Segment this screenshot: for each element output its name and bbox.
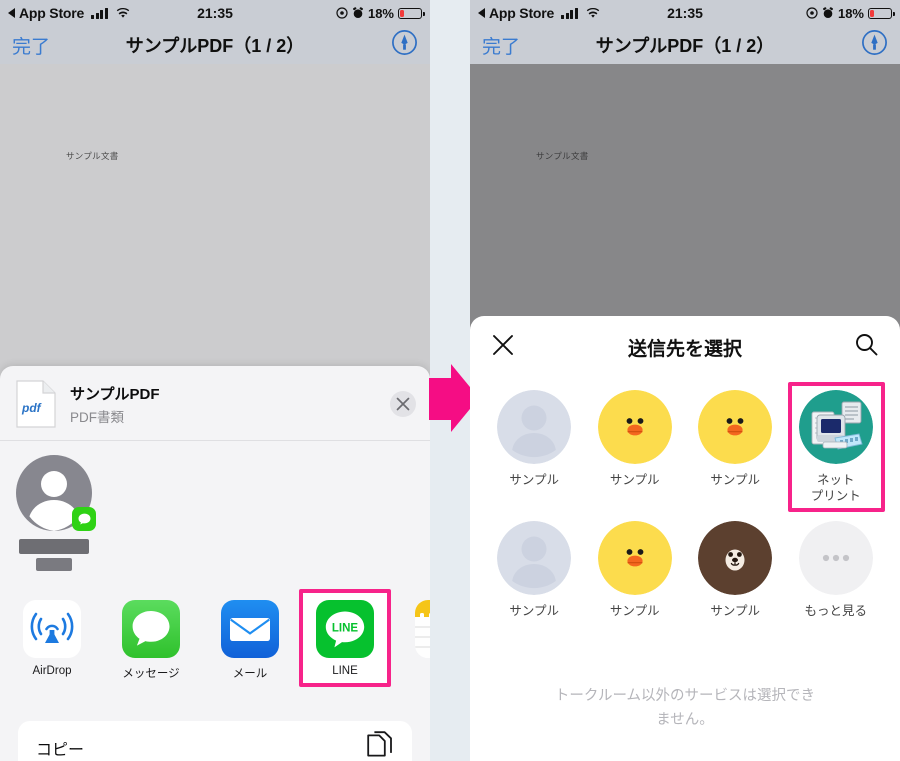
sally-duck-avatar: [698, 390, 773, 464]
pdf-nav-bar: 完了 サンプルPDF（1 / 2）: [470, 26, 900, 64]
line-contact-label: もっと見る: [804, 603, 867, 618]
line-contact-label: サンプル: [710, 473, 761, 487]
right-phone-screenshot: App Store 21:35 18% 完了 サンプルPDF（1 / 2） サン…: [470, 0, 900, 761]
sally-duck-avatar: [597, 390, 672, 464]
airdrop-icon: [23, 600, 81, 658]
line-contacts-grid: サンプル サンプル サンプル ネット プリント サンプル サンプル サンプル も…: [470, 378, 900, 619]
line-icon: LINE: [316, 600, 374, 658]
battery-low-icon: [398, 7, 425, 19]
share-app-messages[interactable]: メッセージ: [107, 600, 195, 681]
notes-icon: [415, 600, 430, 658]
messages-icon: [122, 600, 180, 658]
share-action-label: コピー: [36, 742, 85, 759]
line-contact-label: サンプル: [710, 603, 761, 618]
line-destination-sheet: 送信先を選択 サンプル サンプル サンプル ネット プリント サンプル サンプル…: [470, 316, 900, 761]
contacts-row-2: サンプル サンプル サンプル もっと見る: [484, 513, 886, 619]
line-sheet-footer-note: トークルーム以外のサービスは選択でき ません。: [554, 687, 816, 729]
airdrop-contacts-row: [0, 441, 430, 587]
default-person-avatar: [497, 390, 572, 464]
status-bar-clock: 21:35: [667, 5, 703, 21]
line-contact[interactable]: サンプル: [484, 513, 585, 619]
markup-pen-icon[interactable]: [391, 29, 418, 61]
share-app-mail[interactable]: メール: [206, 600, 294, 681]
share-app-notes[interactable]: [400, 600, 430, 665]
line-contact[interactable]: サンプル: [585, 382, 686, 505]
share-apps-row: AirDrop メッセージ メール LINE LINE: [0, 587, 430, 692]
share-app-label: メール: [232, 668, 268, 680]
share-app-label: LINE: [332, 665, 358, 677]
line-contact-label: サンプル: [509, 603, 560, 618]
line-contact[interactable]: サンプル: [484, 382, 585, 505]
pdf-body-text: サンプル文書: [66, 151, 119, 161]
person-avatar-icon: [16, 455, 96, 531]
sally-duck-avatar: [597, 520, 672, 595]
netprint-service-avatar: [798, 390, 873, 464]
airdrop-contact-sub-redacted: [36, 558, 72, 571]
line-contact-label: サンプル: [609, 603, 660, 618]
line-contact-netprint[interactable]: ネット プリント: [786, 382, 887, 512]
brown-bear-avatar: [698, 520, 773, 595]
share-action-copy[interactable]: コピー: [18, 721, 412, 761]
status-bar: App Store 21:35 18%: [470, 0, 900, 26]
share-file-name: サンプルPDF: [70, 385, 160, 403]
share-app-label: AirDrop: [32, 665, 72, 677]
status-bar-clock: 21:35: [197, 5, 233, 21]
line-contact-label: サンプル: [609, 473, 660, 487]
share-app-airdrop[interactable]: AirDrop: [8, 600, 96, 677]
svg-text:pdf: pdf: [21, 401, 42, 415]
airdrop-contact[interactable]: [10, 455, 98, 571]
page-title: サンプルPDF（1 / 2）: [125, 36, 305, 56]
line-contact-more[interactable]: もっと見る: [786, 513, 887, 619]
pdf-file-icon: pdf: [16, 380, 56, 428]
status-bar: App Store 21:35 18%: [0, 0, 430, 26]
default-person-avatar: [497, 520, 572, 595]
markup-pen-icon[interactable]: [861, 29, 888, 61]
line-sheet-title: 送信先を選択: [627, 338, 742, 360]
line-contact[interactable]: サンプル: [585, 513, 686, 619]
line-contact[interactable]: サンプル: [685, 382, 786, 505]
share-app-line[interactable]: LINE LINE: [301, 600, 389, 677]
screenshot-root: App Store 21:35 18% 完了 サンプルPDF（1 / 2） サン…: [0, 0, 900, 761]
message-bubble-badge-icon: [72, 507, 96, 531]
left-phone-screenshot: App Store 21:35 18% 完了 サンプルPDF（1 / 2） サン…: [0, 0, 430, 761]
contacts-row-1: サンプル サンプル サンプル ネット プリント: [484, 382, 887, 512]
share-file-info: サンプルPDF PDF書類: [70, 383, 160, 426]
share-sheet-header: pdf サンプルPDF PDF書類: [0, 366, 430, 440]
mail-icon: [221, 600, 279, 658]
line-contact[interactable]: サンプル: [685, 513, 786, 619]
pdf-nav-bar: 完了 サンプルPDF（1 / 2）: [0, 26, 430, 64]
battery-low-icon: [868, 7, 895, 19]
share-app-label: メッセージ: [122, 668, 180, 680]
line-contact-label: ネット プリント: [810, 473, 861, 504]
page-title: サンプルPDF（1 / 2）: [595, 36, 775, 56]
more-ellipsis-avatar: [798, 520, 873, 595]
line-contact-label: サンプル: [509, 473, 560, 487]
line-sheet-header: 送信先を選択: [470, 316, 900, 378]
close-icon[interactable]: [492, 334, 514, 361]
search-icon[interactable]: [855, 333, 878, 361]
svg-text:LINE: LINE: [332, 623, 359, 635]
close-icon[interactable]: [390, 391, 416, 417]
airdrop-contact-name-redacted: [19, 539, 89, 554]
copy-documents-icon: [366, 730, 394, 761]
share-file-kind: PDF書類: [70, 409, 124, 425]
ios-share-sheet: pdf サンプルPDF PDF書類 AirDrop メッセージ メール LINE…: [0, 366, 430, 761]
